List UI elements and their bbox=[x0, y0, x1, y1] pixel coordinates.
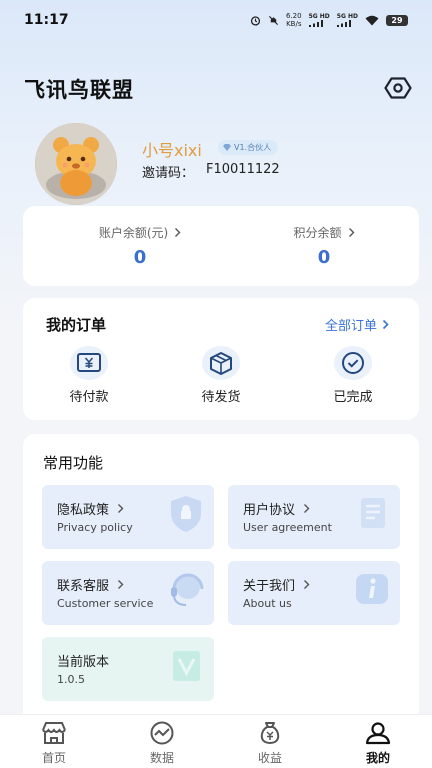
yuan-wallet-icon bbox=[77, 353, 101, 372]
invite-code: F10011122 bbox=[206, 162, 280, 177]
balance-card: 账户余额(元) 0 积分余额 0 bbox=[23, 206, 419, 286]
check-circle-icon bbox=[342, 352, 364, 374]
chevron-right-icon bbox=[348, 228, 354, 237]
account-balance-value: 0 bbox=[133, 247, 147, 268]
orders-card: 我的订单 全部订单 待付款 待发货 已完成 bbox=[23, 298, 419, 420]
order-pending-shipment[interactable]: 待发货 bbox=[176, 346, 266, 405]
chevron-right-icon bbox=[118, 504, 124, 513]
user-agreement-tile[interactable]: 用户协议 User agreement bbox=[228, 485, 400, 549]
store-icon bbox=[42, 722, 66, 744]
privacy-policy-tile[interactable]: 隐私政策 Privacy policy bbox=[42, 485, 214, 549]
bear-avatar-icon bbox=[35, 123, 117, 205]
customer-service-tile[interactable]: 联系客服 Customer service bbox=[42, 561, 214, 625]
avatar[interactable] bbox=[35, 123, 117, 205]
headset-icon bbox=[171, 573, 204, 606]
invite-label: 邀请码： bbox=[142, 166, 195, 181]
signal-2: 5G HD bbox=[336, 13, 358, 27]
battery-indicator: 29 bbox=[386, 14, 408, 26]
orders-title: 我的订单 bbox=[46, 316, 107, 334]
about-us-tile[interactable]: 关于我们 About us bbox=[228, 561, 400, 625]
chart-icon bbox=[150, 721, 174, 745]
alarm-icon bbox=[250, 15, 261, 26]
tab-label: 数据 bbox=[149, 751, 174, 765]
chevron-right-icon bbox=[118, 580, 124, 589]
common-functions-title: 常用功能 bbox=[43, 454, 104, 472]
chevron-right-icon bbox=[382, 319, 389, 330]
mute-icon bbox=[268, 15, 279, 25]
points-balance-value: 0 bbox=[317, 247, 331, 268]
level-badge: V1.合伙人 bbox=[218, 140, 279, 155]
tab-home[interactable]: 首页 bbox=[0, 715, 108, 768]
all-orders-link[interactable]: 全部订单 bbox=[325, 315, 389, 334]
account-balance-label: 账户余额(元) bbox=[98, 226, 169, 240]
order-completed[interactable]: 已完成 bbox=[308, 346, 398, 405]
status-icons: 6.20 KB/s 5G HD 5G HD 29 bbox=[250, 12, 408, 28]
chevron-right-icon bbox=[304, 580, 310, 589]
tab-earnings[interactable]: 收益 bbox=[216, 715, 324, 768]
version-v-icon bbox=[173, 651, 200, 681]
order-pending-payment[interactable]: 待付款 bbox=[44, 346, 134, 405]
bottom-tab-bar: 首页 数据 收益 我的 bbox=[0, 714, 432, 768]
points-balance-label: 积分余额 bbox=[293, 226, 342, 240]
signal-bars-icon bbox=[308, 20, 323, 27]
chevron-right-icon bbox=[304, 504, 310, 513]
tab-mine[interactable]: 我的 bbox=[324, 715, 432, 768]
shield-icon bbox=[171, 496, 201, 532]
info-icon bbox=[356, 574, 388, 604]
document-icon bbox=[361, 498, 385, 528]
settings-button[interactable] bbox=[384, 76, 412, 100]
points-balance[interactable]: 积分余额 0 bbox=[249, 224, 399, 268]
nickname: 小号xixi bbox=[142, 141, 202, 160]
diamond-icon bbox=[223, 144, 231, 151]
tab-label: 收益 bbox=[257, 751, 282, 765]
invite-code-row: 邀请码： F10011122 bbox=[142, 162, 280, 181]
order-label: 已完成 bbox=[333, 390, 373, 405]
settings-hexagon-icon bbox=[384, 77, 412, 99]
page-title: 飞讯鸟联盟 bbox=[24, 78, 134, 102]
tab-label: 首页 bbox=[41, 751, 66, 765]
common-functions-card: 常用功能 隐私政策 Privacy policy 用户协议 User agree… bbox=[23, 434, 419, 724]
account-balance[interactable]: 账户余额(元) 0 bbox=[65, 224, 215, 268]
package-box-icon bbox=[210, 352, 232, 375]
tab-data[interactable]: 数据 bbox=[108, 715, 216, 768]
signal-bars-icon bbox=[336, 20, 351, 27]
user-icon bbox=[365, 722, 391, 745]
signal-1: 5G HD bbox=[308, 13, 330, 27]
order-label: 待付款 bbox=[69, 390, 109, 405]
status-bar: 11:17 6.20 KB/s 5G HD 5G HD 29 bbox=[0, 0, 432, 40]
network-speed: 6.20 KB/s bbox=[286, 12, 302, 28]
level-badge-text: V1.合伙人 bbox=[234, 143, 272, 152]
chevron-right-icon bbox=[175, 228, 181, 237]
current-version-tile[interactable]: 当前版本 1.0.5 bbox=[42, 637, 214, 701]
order-label: 待发货 bbox=[201, 390, 241, 405]
money-bag-icon bbox=[260, 722, 280, 745]
wifi-icon bbox=[365, 15, 379, 25]
tab-label: 我的 bbox=[365, 751, 390, 765]
status-time: 11:17 bbox=[24, 12, 69, 28]
